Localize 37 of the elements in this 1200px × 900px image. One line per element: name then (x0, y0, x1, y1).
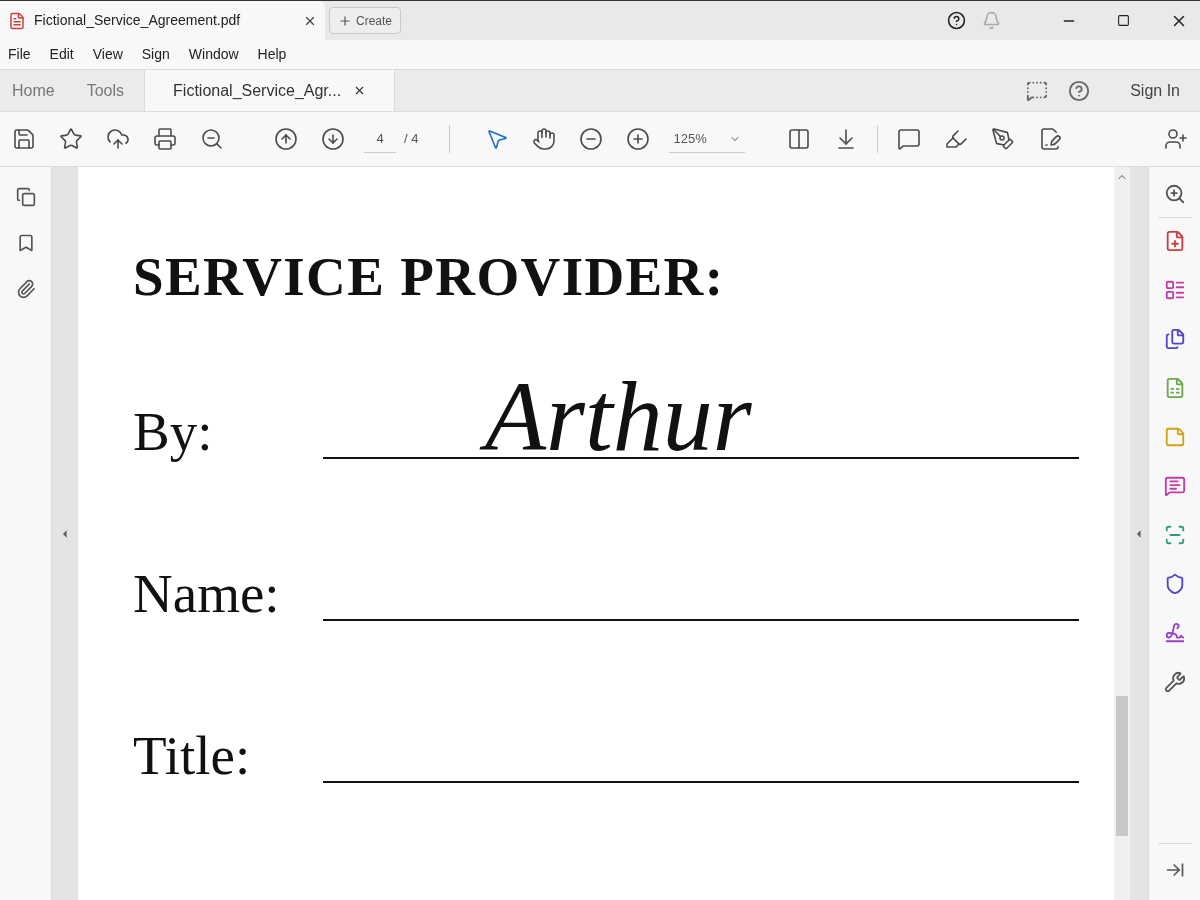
layout-icon[interactable] (1163, 279, 1186, 301)
maximize-icon[interactable] (1117, 14, 1130, 27)
zoom-dropdown[interactable]: 125% (669, 124, 746, 154)
field-label: Name: (133, 566, 281, 621)
menu-item[interactable]: Window (188, 44, 239, 65)
menu-item[interactable]: File (8, 44, 31, 65)
help-icon[interactable] (947, 11, 966, 30)
zoom-in-icon[interactable] (1163, 183, 1186, 205)
page-total: / 4 (404, 130, 419, 149)
comment-icon[interactable] (1026, 79, 1049, 102)
field-label: Title: (133, 728, 252, 783)
wrench-icon[interactable] (1163, 671, 1186, 693)
paperclip-icon[interactable] (15, 279, 36, 299)
section-heading: SERVICE PROVIDER: (133, 249, 725, 304)
menu-item[interactable]: Help (257, 44, 287, 65)
page-number-field[interactable]: 4 (364, 124, 396, 154)
menu-item[interactable]: View (92, 44, 123, 65)
pdf-file-icon (8, 11, 26, 30)
comment-icon[interactable] (1163, 475, 1186, 497)
pages-icon[interactable] (15, 187, 36, 207)
document-title: Fictional_Service_Agreement.pdf (34, 11, 242, 30)
signature: Arthur (473, 354, 764, 479)
signature-icon[interactable] (1163, 622, 1186, 644)
files-icon[interactable] (1163, 328, 1186, 350)
document-tab[interactable]: Fictional_Service_Agreement.pdf (0, 1, 325, 40)
scrollbar[interactable] (1114, 167, 1130, 900)
tab[interactable]: Tools (74, 70, 145, 111)
tab[interactable]: Home (0, 70, 75, 111)
menu-item[interactable]: Edit (49, 44, 74, 65)
create-button[interactable]: Create (329, 7, 402, 34)
expand-panel-icon[interactable] (1164, 860, 1185, 880)
sign-in-button[interactable]: Sign In (1130, 78, 1180, 103)
plus-icon (338, 13, 352, 28)
scrollbar-thumb[interactable] (1116, 696, 1128, 836)
scan-icon[interactable] (1163, 524, 1186, 546)
menu-item[interactable]: Sign (141, 44, 170, 65)
tab[interactable]: Fictional_Service_Agr... (144, 70, 396, 111)
